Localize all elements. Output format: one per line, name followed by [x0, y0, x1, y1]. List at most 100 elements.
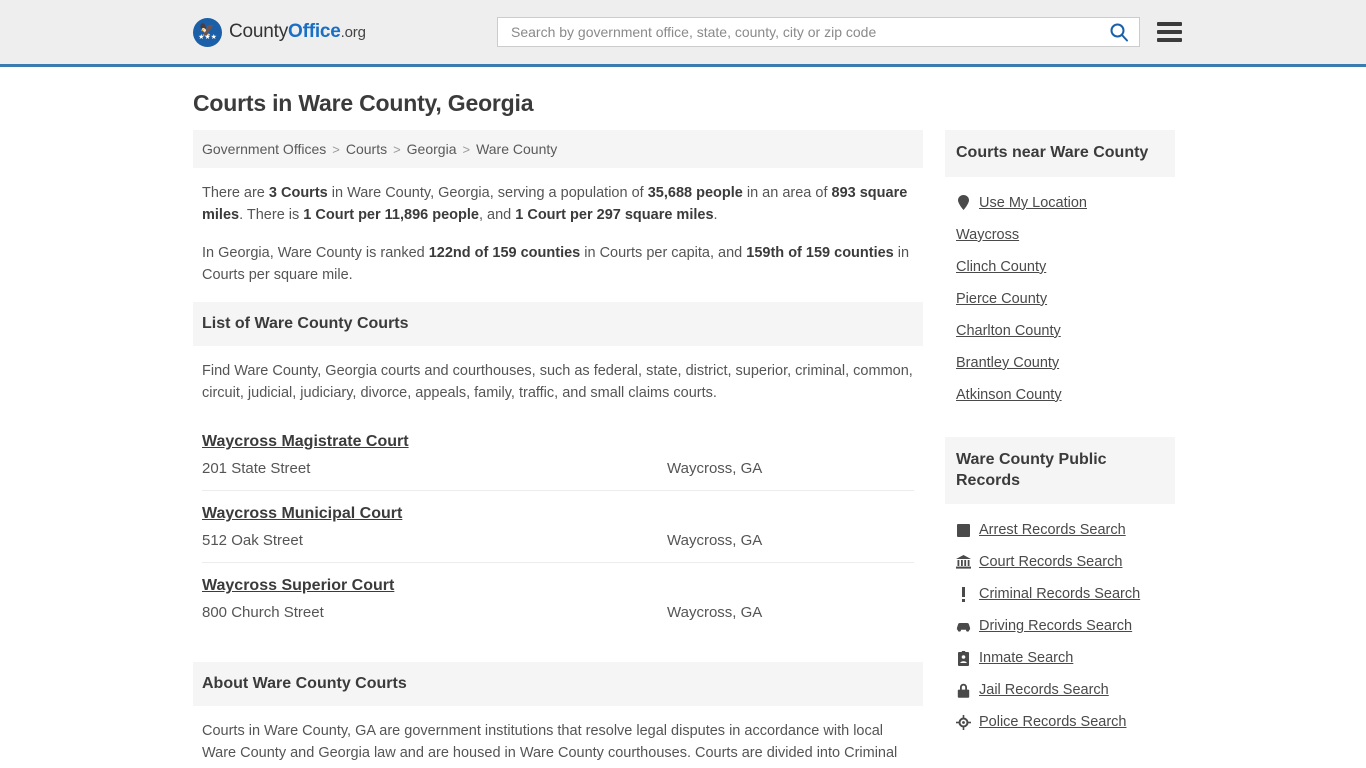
map-pin-icon: [956, 195, 971, 211]
sidebar-item-label: Court Records Search: [979, 554, 1123, 571]
id-badge-icon: [956, 650, 971, 666]
fingerprint-square-icon: [956, 522, 971, 538]
breadcrumb-item-georgia[interactable]: Georgia: [407, 141, 457, 157]
stats-courts-per-area: 1 Court per 297 square miles: [515, 207, 714, 224]
court-street: 201 State Street: [202, 459, 311, 477]
nearby-courts-heading: Courts near Ware County: [945, 130, 1175, 177]
sidebar-item-jail-records-search[interactable]: Jail Records Search: [956, 674, 1164, 706]
sidebar-item-inmate-search[interactable]: Inmate Search: [956, 642, 1164, 674]
stats-text: There are: [202, 185, 269, 201]
stats-rank-per-area: 159th of 159 counties: [746, 244, 894, 261]
sidebar-item-label: Brantley County: [956, 354, 1060, 371]
stats-text: In Georgia, Ware County is ranked: [202, 244, 429, 261]
search-input[interactable]: [509, 19, 1107, 45]
court-city: Waycross, GA: [667, 531, 763, 549]
hamburger-bar: [1157, 38, 1182, 42]
about-section-heading: About Ware County Courts: [193, 661, 923, 706]
breadcrumb-item-ware-county[interactable]: Ware County: [476, 141, 557, 157]
search-area: [497, 17, 1182, 47]
sidebar-item-waycross[interactable]: Waycross: [956, 219, 1164, 251]
stats-text: , and: [478, 207, 516, 224]
sidebar-item-atkinson-county[interactable]: Atkinson County: [956, 379, 1164, 411]
sidebar-item-pierce-county[interactable]: Pierce County: [956, 283, 1164, 315]
court-name-link[interactable]: Waycross Magistrate Court: [202, 433, 409, 451]
stats-courts-per-capita: 1 Court per 11,896 people: [303, 207, 479, 224]
logo-text-tld: .org: [340, 24, 366, 41]
about-paragraph: Courts in Ware County, GA are government…: [202, 722, 898, 768]
sidebar-item-arrest-records-search[interactable]: Arrest Records Search: [956, 514, 1164, 546]
court-list: Waycross Magistrate Court 201 State Stre…: [193, 419, 923, 634]
content-row: Government Offices > Courts > Georgia > …: [193, 130, 1175, 768]
search-button[interactable]: [1107, 22, 1131, 42]
breadcrumb-separator: >: [462, 141, 471, 157]
car-icon: [956, 618, 971, 634]
sidebar-item-label: Waycross: [956, 226, 1020, 243]
page-container: Courts in Ware County, Georgia Governmen…: [0, 90, 1366, 768]
list-section-heading: List of Ware County Courts: [193, 301, 923, 346]
court-city: Waycross, GA: [667, 603, 763, 621]
search-box[interactable]: [497, 17, 1140, 47]
court-list-item: Waycross Municipal Court 512 Oak Street …: [202, 491, 914, 563]
sidebar-item-criminal-records-search[interactable]: Criminal Records Search: [956, 578, 1164, 610]
stats-text: in Courts per capita, and: [580, 244, 747, 261]
main-column: Government Offices > Courts > Georgia > …: [193, 130, 923, 768]
sidebar-item-label: Police Records Search: [979, 714, 1127, 731]
breadcrumb-item-government-offices[interactable]: Government Offices: [202, 141, 326, 157]
court-street: 512 Oak Street: [202, 531, 303, 549]
sidebar-item-label: Driving Records Search: [979, 618, 1133, 635]
stats-text: in an area of: [742, 185, 832, 201]
sidebar-item-police-records-search[interactable]: Police Records Search: [956, 706, 1164, 738]
exclamation-icon: [956, 586, 971, 602]
sidebar-item-label: Use My Location: [979, 194, 1087, 211]
padlock-icon: [956, 682, 971, 698]
sidebar-item-brantley-county[interactable]: Brantley County: [956, 347, 1164, 379]
court-address-row: 201 State Street Waycross, GA: [202, 460, 914, 477]
logo-text-office: Office: [288, 21, 341, 42]
hamburger-menu-icon[interactable]: [1157, 22, 1182, 42]
page-title: Courts in Ware County, Georgia: [193, 90, 534, 116]
court-city: Waycross, GA: [667, 459, 763, 477]
hamburger-bar: [1157, 22, 1182, 26]
logo-wordmark: CountyOffice.org: [229, 21, 366, 43]
stats-courts-count: 3 Courts: [268, 185, 328, 201]
eagle-seal-icon: 🦅 ★★★: [193, 17, 222, 47]
police-badge-icon: [956, 714, 971, 730]
sidebar-item-label: Charlton County: [956, 322, 1061, 339]
sidebar-item-label: Jail Records Search: [979, 682, 1109, 699]
breadcrumb-item-courts[interactable]: Courts: [346, 141, 387, 157]
court-address-row: 800 Church Street Waycross, GA: [202, 604, 914, 621]
sidebar-item-court-records-search[interactable]: Court Records Search: [956, 546, 1164, 578]
sidebar-item-label: Criminal Records Search: [979, 586, 1141, 603]
sidebar-item-charlton-county[interactable]: Charlton County: [956, 315, 1164, 347]
sidebar-item-label: Pierce County: [956, 290, 1048, 307]
court-name-link[interactable]: Waycross Superior Court: [202, 577, 394, 595]
sidebar-item-clinch-county[interactable]: Clinch County: [956, 251, 1164, 283]
stats-text: . There is: [239, 207, 304, 224]
statistics-paragraph-1: There are 3 Courts in Ware County, Georg…: [202, 182, 914, 227]
nearby-courts-links: Use My Location Waycross Clinch County P…: [945, 177, 1175, 411]
sidebar-item-driving-records-search[interactable]: Driving Records Search: [956, 610, 1164, 642]
court-name-link[interactable]: Waycross Municipal Court: [202, 505, 402, 523]
list-section-body: Find Ware County, Georgia courts and cou…: [193, 346, 923, 405]
breadcrumb-separator: >: [393, 141, 401, 157]
sidebar: Courts near Ware County Use My Location …: [945, 130, 1175, 742]
sidebar-item-label: Arrest Records Search: [979, 522, 1126, 539]
public-records-links: Arrest Records Search Court Records Sear…: [945, 504, 1175, 738]
breadcrumb: Government Offices > Courts > Georgia > …: [193, 130, 923, 168]
stats-text: .: [713, 207, 718, 224]
court-list-item: Waycross Magistrate Court 201 State Stre…: [202, 419, 914, 491]
court-list-item: Waycross Superior Court 800 Church Stree…: [202, 563, 914, 634]
about-section-body: Courts in Ware County, GA are government…: [193, 706, 923, 768]
public-records-panel: Ware County Public Records Arrest Record…: [945, 436, 1175, 739]
breadcrumb-separator: >: [332, 141, 340, 157]
stats-text: in Ware County, Georgia, serving a popul…: [327, 185, 648, 201]
court-street: 800 Church Street: [202, 603, 324, 621]
stats-rank-per-capita: 122nd of 159 counties: [428, 244, 581, 261]
site-logo[interactable]: 🦅 ★★★ CountyOffice.org: [193, 17, 366, 47]
sidebar-item-label: Clinch County: [956, 258, 1047, 275]
nearby-courts-panel: Courts near Ware County Use My Location …: [945, 130, 1175, 411]
sidebar-item-use-my-location[interactable]: Use My Location: [956, 187, 1164, 219]
statistics-paragraph-2: In Georgia, Ware County is ranked 122nd …: [202, 242, 914, 287]
search-icon: [1110, 23, 1128, 42]
stats-population: 35,688 people: [647, 185, 743, 201]
